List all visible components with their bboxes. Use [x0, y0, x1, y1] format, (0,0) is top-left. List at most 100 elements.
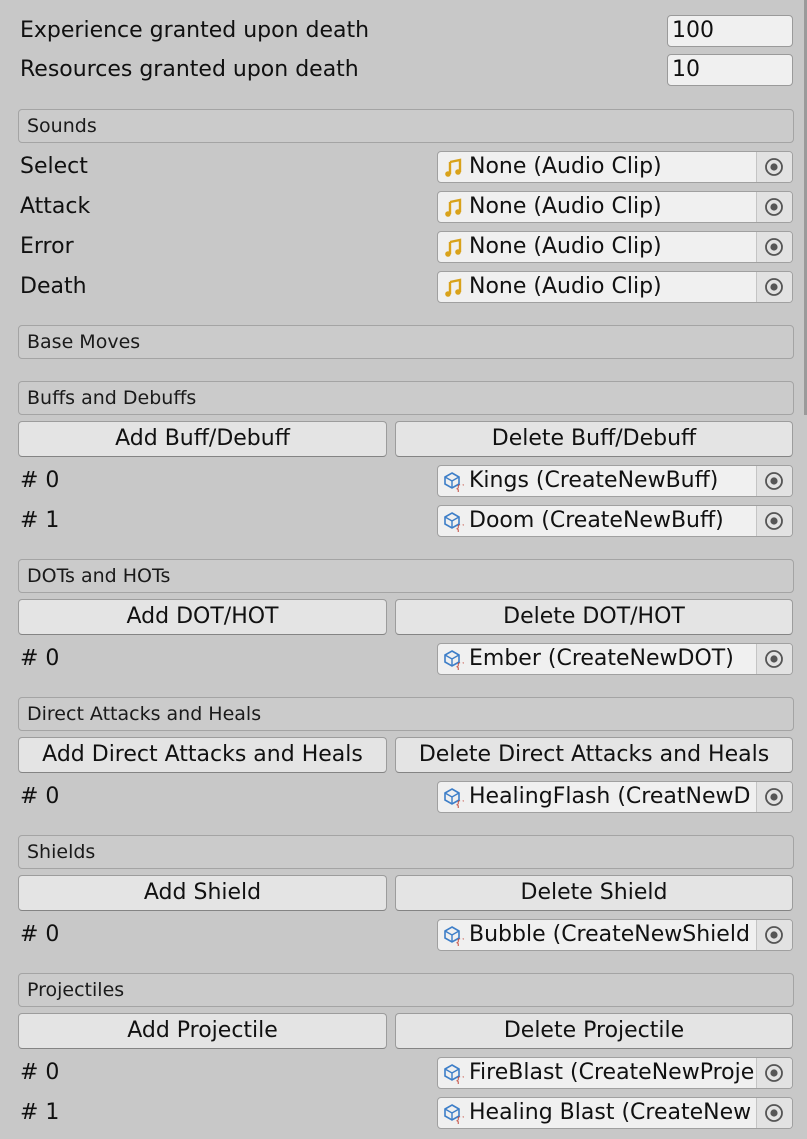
delete-dot-button[interactable]: Delete DOT/HOT — [395, 599, 793, 635]
object-picker-button[interactable] — [756, 506, 792, 536]
element-index-label: # 0 — [20, 646, 60, 671]
base-moves-header[interactable]: Base Moves — [18, 325, 794, 359]
element-index-label: # 0 — [20, 1060, 60, 1085]
sound-label: Select — [20, 154, 88, 179]
object-picker-button[interactable] — [756, 644, 792, 674]
object-picker-icon — [765, 650, 783, 668]
audio-clip-value: None (Audio Clip) — [469, 194, 662, 219]
svg-text:{}: {} — [455, 484, 464, 492]
audio-clip-field[interactable]: None (Audio Clip) — [437, 191, 793, 223]
buff-row-1: # 1 {} Doom (CreateNewBuff) — [0, 504, 807, 538]
buffs-header[interactable]: Buffs and Debuffs — [18, 381, 794, 415]
object-value: Ember (CreateNewDOT) — [469, 646, 734, 671]
resources-input[interactable]: 10 — [667, 54, 793, 86]
svg-text:{}: {} — [455, 662, 464, 670]
object-picker-button[interactable] — [756, 466, 792, 496]
shield-row-0: # 0 {} Bubble (CreateNewShield — [0, 918, 807, 952]
element-index-label: # 0 — [20, 784, 60, 809]
object-picker-button[interactable] — [756, 1098, 792, 1128]
add-direct-button[interactable]: Add Direct Attacks and Heals — [18, 737, 387, 773]
projectile-row-0: # 0 {} FireBlast (CreateNewProje — [0, 1056, 807, 1090]
svg-text:{}: {} — [455, 1116, 464, 1124]
scriptable-object-icon: {} — [444, 788, 464, 808]
object-value: Healing Blast (CreateNew — [469, 1100, 752, 1125]
scriptable-object-icon: {} — [444, 1104, 464, 1124]
object-picker-button[interactable] — [756, 272, 792, 302]
object-picker-icon — [765, 278, 783, 296]
object-picker-icon — [765, 926, 783, 944]
shields-header[interactable]: Shields — [18, 835, 794, 869]
scriptable-object-icon: {} — [444, 472, 464, 492]
object-value: Bubble (CreateNewShield — [469, 922, 750, 947]
sound-label: Error — [20, 234, 74, 259]
add-dot-button[interactable]: Add DOT/HOT — [18, 599, 387, 635]
experience-row: Experience granted upon death 100 — [0, 14, 807, 48]
object-value: Doom (CreateNewBuff) — [469, 508, 724, 533]
projectiles-header[interactable]: Projectiles — [18, 973, 794, 1007]
audio-clip-field[interactable]: None (Audio Clip) — [437, 231, 793, 263]
delete-projectile-button[interactable]: Delete Projectile — [395, 1013, 793, 1049]
audio-clip-icon — [445, 238, 462, 257]
svg-text:{}: {} — [455, 800, 464, 808]
audio-clip-icon — [445, 158, 462, 177]
delete-shield-button[interactable]: Delete Shield — [395, 875, 793, 911]
sound-label: Attack — [20, 194, 91, 219]
element-index-label: # 0 — [20, 468, 60, 493]
scriptable-object-icon: {} — [444, 926, 464, 946]
resources-row: Resources granted upon death 10 — [0, 53, 807, 87]
sounds-header[interactable]: Sounds — [18, 109, 794, 143]
object-field[interactable]: {} Healing Blast (CreateNew — [437, 1097, 793, 1129]
sound-row-death: Death None (Audio Clip) — [0, 270, 807, 304]
object-picker-button[interactable] — [756, 1058, 792, 1088]
buff-row-0: # 0 {} Kings (CreateNewBuff) — [0, 464, 807, 498]
element-index-label: # 1 — [20, 1100, 60, 1125]
scriptable-object-icon: {} — [444, 1064, 464, 1084]
object-picker-icon — [765, 472, 783, 490]
object-picker-icon — [765, 788, 783, 806]
object-picker-button[interactable] — [756, 152, 792, 182]
experience-input[interactable]: 100 — [667, 15, 793, 47]
object-value: HealingFlash (CreatNewD — [469, 784, 751, 809]
add-buff-button[interactable]: Add Buff/Debuff — [18, 421, 387, 457]
audio-clip-value: None (Audio Clip) — [469, 234, 662, 259]
add-projectile-button[interactable]: Add Projectile — [18, 1013, 387, 1049]
resources-label: Resources granted upon death — [20, 57, 359, 82]
object-field[interactable]: {} HealingFlash (CreatNewD — [437, 781, 793, 813]
dots-header[interactable]: DOTs and HOTs — [18, 559, 794, 593]
scriptable-object-icon: {} — [444, 650, 464, 670]
object-field[interactable]: {} Kings (CreateNewBuff) — [437, 465, 793, 497]
sound-row-attack: Attack None (Audio Clip) — [0, 190, 807, 224]
object-value: Kings (CreateNewBuff) — [469, 468, 719, 493]
svg-text:{}: {} — [455, 1076, 464, 1084]
svg-text:{}: {} — [455, 938, 464, 946]
delete-buff-button[interactable]: Delete Buff/Debuff — [395, 421, 793, 457]
direct-row-0: # 0 {} HealingFlash (CreatNewD — [0, 780, 807, 814]
audio-clip-icon — [445, 278, 462, 297]
experience-label: Experience granted upon death — [20, 18, 370, 43]
object-picker-button[interactable] — [756, 920, 792, 950]
add-shield-button[interactable]: Add Shield — [18, 875, 387, 911]
object-picker-icon — [765, 1064, 783, 1082]
element-index-label: # 1 — [20, 508, 60, 533]
object-picker-icon — [765, 198, 783, 216]
svg-text:{}: {} — [455, 524, 464, 532]
audio-clip-value: None (Audio Clip) — [469, 154, 662, 179]
direct-header[interactable]: Direct Attacks and Heals — [18, 697, 794, 731]
object-field[interactable]: {} Ember (CreateNewDOT) — [437, 643, 793, 675]
object-picker-button[interactable] — [756, 192, 792, 222]
audio-clip-value: None (Audio Clip) — [469, 274, 662, 299]
object-value: FireBlast (CreateNewProje — [469, 1060, 755, 1085]
object-field[interactable]: {} Doom (CreateNewBuff) — [437, 505, 793, 537]
audio-clip-field[interactable]: None (Audio Clip) — [437, 151, 793, 183]
delete-direct-button[interactable]: Delete Direct Attacks and Heals — [395, 737, 793, 773]
object-field[interactable]: {} FireBlast (CreateNewProje — [437, 1057, 793, 1089]
object-picker-button[interactable] — [756, 232, 792, 262]
projectile-row-1: # 1 {} Healing Blast (CreateNew — [0, 1096, 807, 1130]
object-picker-button[interactable] — [756, 782, 792, 812]
sound-row-select: Select None (Audio Clip) — [0, 150, 807, 184]
object-picker-icon — [765, 1104, 783, 1122]
audio-clip-field[interactable]: None (Audio Clip) — [437, 271, 793, 303]
sound-label: Death — [20, 274, 87, 299]
dot-row-0: # 0 {} Ember (CreateNewDOT) — [0, 642, 807, 676]
object-field[interactable]: {} Bubble (CreateNewShield — [437, 919, 793, 951]
